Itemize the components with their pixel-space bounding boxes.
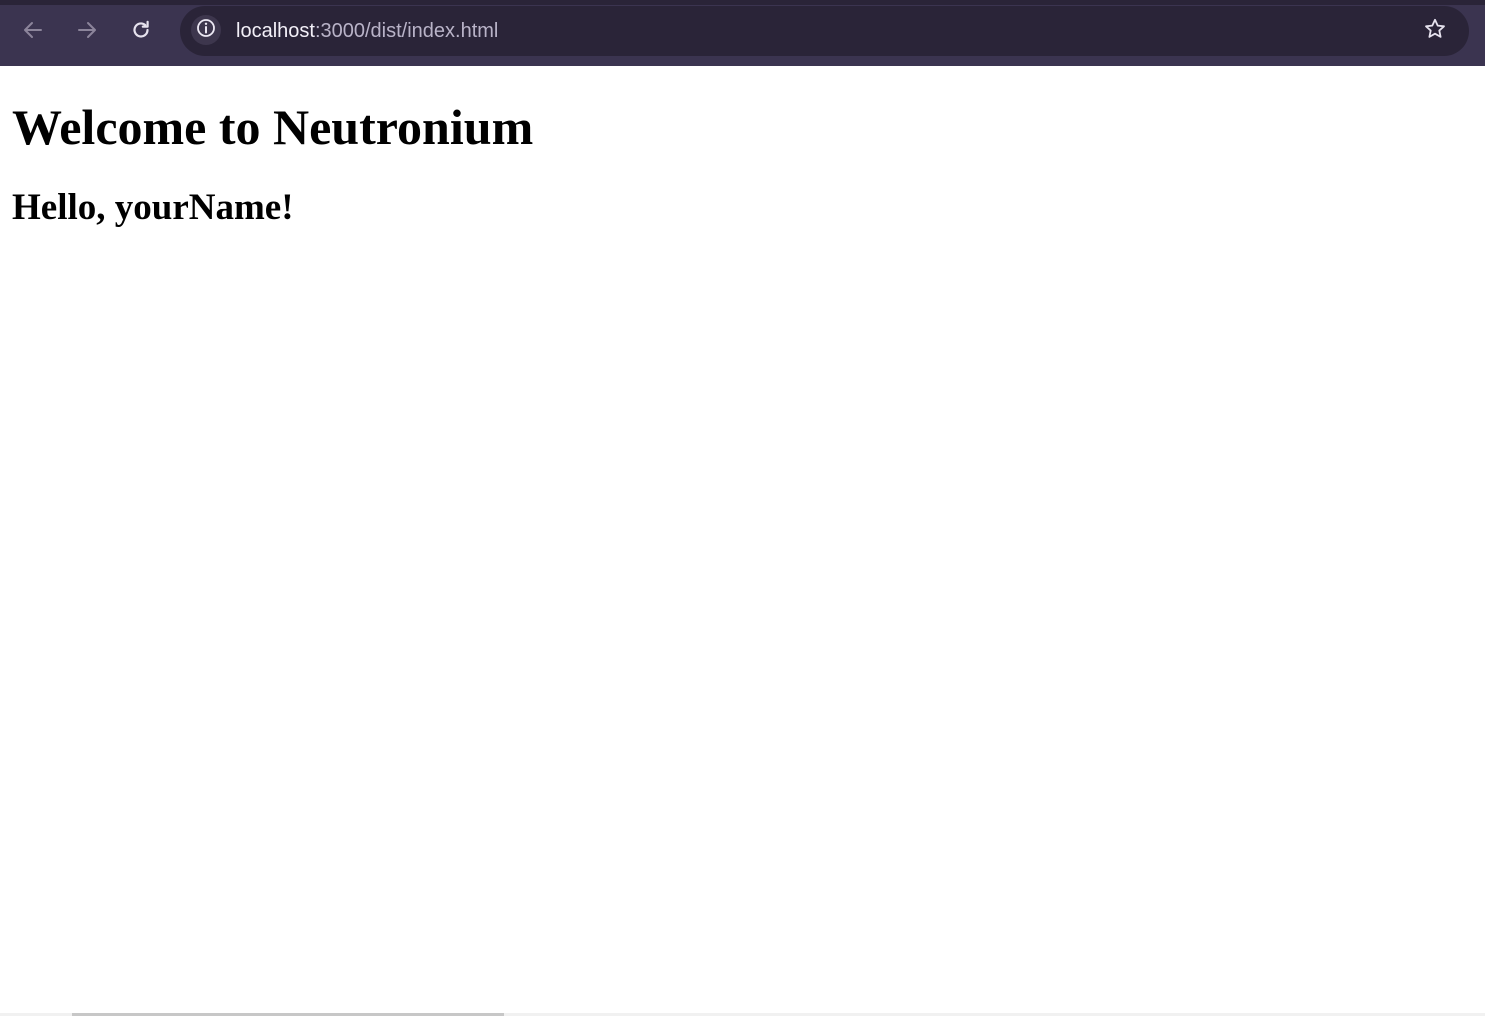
- forward-arrow-icon: [76, 19, 98, 41]
- url-host: localhost: [236, 20, 315, 42]
- reload-icon: [130, 19, 152, 41]
- page-content: Welcome to Neutronium Hello, yourName!: [0, 66, 1485, 1016]
- greeting-text: Hello, yourName!: [12, 187, 294, 228]
- back-arrow-icon: [22, 19, 44, 41]
- reload-button[interactable]: [125, 14, 157, 46]
- address-bar[interactable]: localhost:3000/dist/index.html: [180, 6, 1469, 56]
- site-info-button[interactable]: [191, 15, 221, 45]
- back-button[interactable]: [17, 14, 49, 46]
- url-path: :3000/dist/index.html: [314, 20, 499, 42]
- bookmark-button[interactable]: [1421, 17, 1449, 45]
- browser-toolbar: localhost:3000/dist/index.html: [0, 0, 1485, 66]
- url-text[interactable]: localhost:3000/dist/index.html: [236, 19, 498, 43]
- star-icon: [1423, 17, 1447, 46]
- info-icon: [196, 18, 216, 43]
- forward-button[interactable]: [71, 14, 103, 46]
- page-heading: Welcome to Neutronium: [12, 99, 534, 155]
